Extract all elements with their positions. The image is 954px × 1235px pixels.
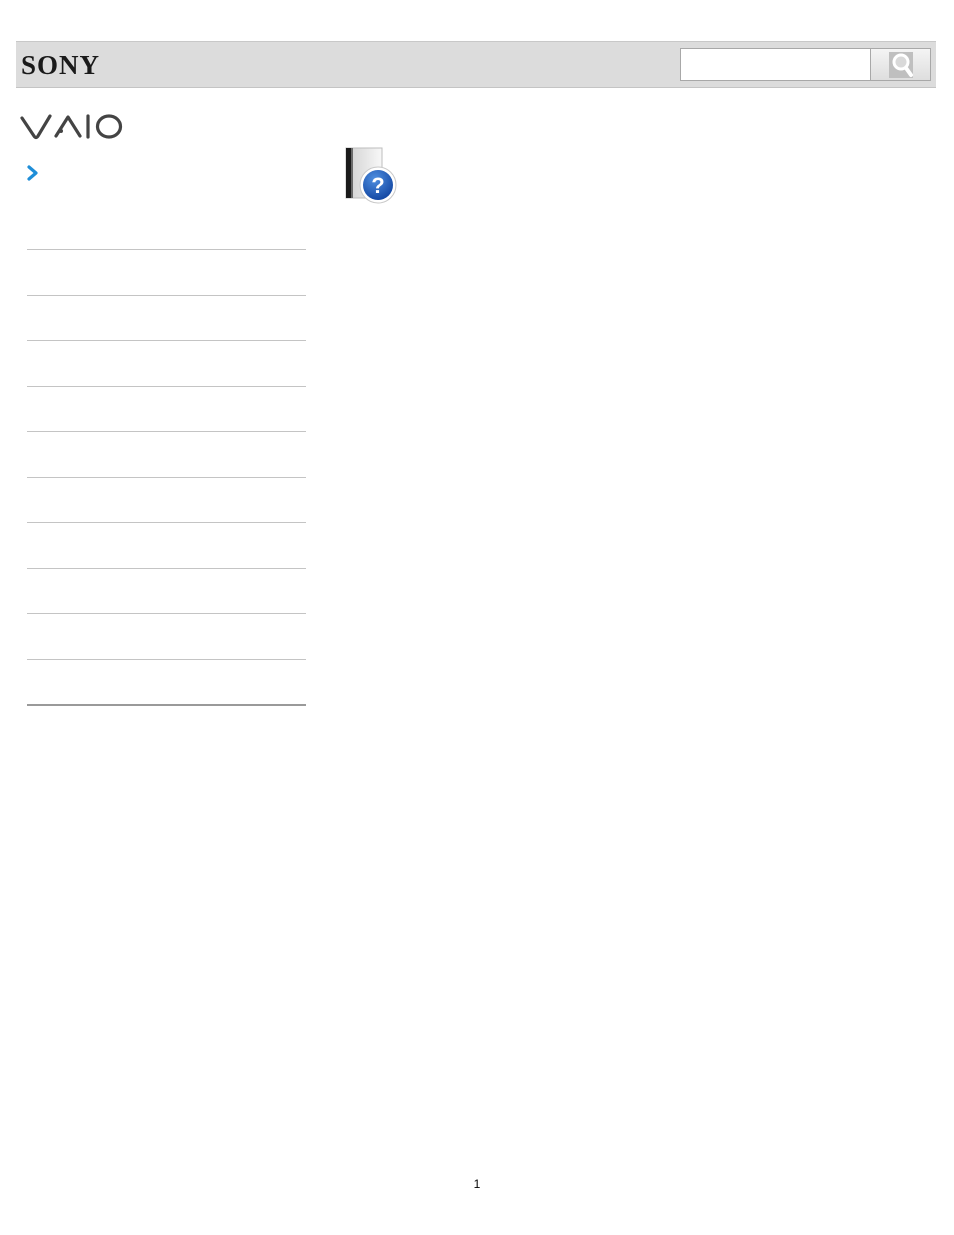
sidebar-item[interactable] bbox=[27, 431, 306, 477]
sony-logo: SONY bbox=[21, 50, 101, 80]
sidebar-item[interactable] bbox=[27, 294, 306, 341]
vaio-logo bbox=[20, 114, 123, 140]
search-input[interactable] bbox=[680, 48, 871, 81]
search-button[interactable] bbox=[871, 48, 931, 81]
sidebar-item[interactable] bbox=[27, 385, 306, 432]
help-book-icon: ? bbox=[345, 147, 397, 204]
sidebar-item[interactable] bbox=[27, 613, 306, 659]
sidebar-item[interactable] bbox=[27, 567, 306, 614]
sidebar-item[interactable] bbox=[27, 249, 306, 295]
chevron-right-icon[interactable] bbox=[26, 165, 40, 181]
sidebar-item[interactable] bbox=[27, 476, 306, 523]
sidebar-item[interactable] bbox=[27, 340, 306, 386]
sidebar-bottom-divider bbox=[27, 704, 306, 706]
sidebar-item[interactable] bbox=[27, 522, 306, 568]
svg-text:?: ? bbox=[371, 173, 384, 198]
magnifier-icon bbox=[888, 51, 913, 78]
sidebar-item[interactable] bbox=[27, 658, 306, 705]
page-number: 1 bbox=[473, 1177, 481, 1191]
header-bar: SONY bbox=[16, 41, 936, 88]
sidebar-list bbox=[27, 249, 306, 706]
